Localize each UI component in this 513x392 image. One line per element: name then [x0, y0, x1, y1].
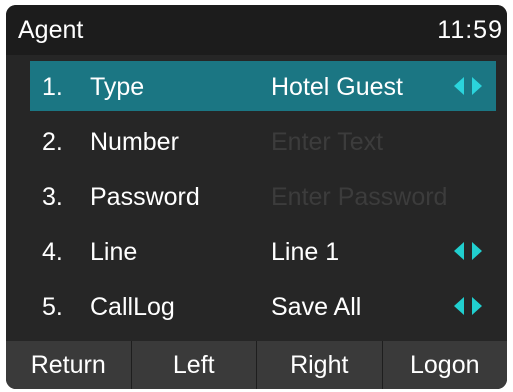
item-number: 4.: [42, 238, 63, 266]
clock: 11:59: [437, 16, 503, 44]
arrow-left-icon[interactable]: [454, 77, 464, 95]
item-label: Line: [90, 238, 138, 266]
return-softkey[interactable]: Return: [6, 341, 132, 389]
password-input[interactable]: Enter Password: [271, 183, 447, 212]
item-number: 5.: [42, 293, 63, 321]
left-softkey[interactable]: Left: [132, 341, 257, 389]
calllog-value[interactable]: Save All: [271, 293, 361, 322]
arrow-right-icon[interactable]: [472, 242, 482, 260]
arrow-left-icon[interactable]: [454, 297, 464, 315]
item-label: Number: [90, 128, 179, 156]
value-switch-arrows[interactable]: [454, 297, 482, 315]
value-switch-arrows[interactable]: [454, 77, 482, 95]
softkey-bar: Return Left Right Logon: [6, 341, 507, 389]
value-switch-arrows[interactable]: [454, 242, 482, 260]
menu-item-number[interactable]: 2. Number Enter Text: [30, 116, 496, 166]
menu-item-calllog[interactable]: 5. CallLog Save All: [30, 281, 496, 331]
arrow-right-icon[interactable]: [472, 77, 482, 95]
logon-softkey[interactable]: Logon: [383, 341, 508, 389]
item-label: CallLog: [90, 293, 175, 321]
status-bar: Agent 11:59: [6, 5, 507, 55]
menu-item-line[interactable]: 4. Line Line 1: [30, 226, 496, 276]
item-label: Password: [90, 183, 200, 211]
menu-item-password[interactable]: 3. Password Enter Password: [30, 171, 496, 221]
phone-screen: Agent 11:59 1. Type Hotel Guest 2. Numbe…: [6, 5, 507, 389]
item-number: 3.: [42, 183, 63, 211]
arrow-right-icon[interactable]: [472, 297, 482, 315]
arrow-left-icon[interactable]: [454, 242, 464, 260]
item-number: 2.: [42, 128, 63, 156]
right-softkey[interactable]: Right: [257, 341, 383, 389]
number-input[interactable]: Enter Text: [271, 128, 383, 157]
item-number: 1.: [42, 73, 63, 101]
item-label: Type: [90, 73, 145, 101]
line-value[interactable]: Line 1: [271, 238, 339, 267]
menu-item-type[interactable]: 1. Type Hotel Guest: [30, 61, 496, 111]
screen-title: Agent: [18, 16, 84, 44]
type-value[interactable]: Hotel Guest: [271, 73, 403, 102]
